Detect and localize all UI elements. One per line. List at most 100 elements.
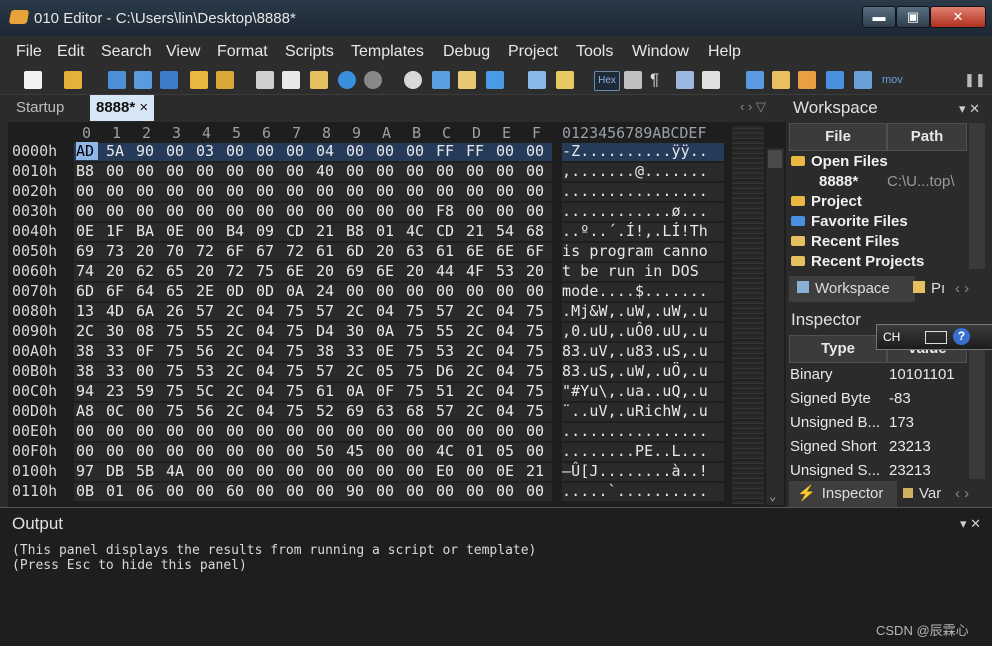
hex-byte[interactable]: 00 [256, 482, 278, 500]
hex-byte[interactable]: 00 [316, 482, 338, 500]
hex-byte[interactable]: 0B [76, 482, 98, 500]
ascii-text[interactable]: .Mj&W,.uW,.uW,.u [562, 302, 708, 320]
inspector-row[interactable]: Signed Byte -83 [787, 388, 965, 411]
new-file-icon[interactable] [24, 71, 42, 89]
hex-byte[interactable]: 04 [496, 362, 518, 380]
format-icon[interactable] [624, 71, 642, 89]
hex-byte[interactable]: 04 [376, 302, 398, 320]
hex-byte[interactable]: 0D [226, 282, 248, 300]
hex-byte[interactable]: 38 [316, 342, 338, 360]
hex-byte[interactable]: 2C [226, 382, 248, 400]
tree-file-8888[interactable]: 8888* [819, 173, 858, 190]
output-controls[interactable]: ▾ ✕ [960, 516, 981, 532]
hex-byte[interactable]: 0E [166, 222, 188, 240]
hex-byte[interactable]: 00 [166, 142, 188, 160]
hex-byte[interactable]: 01 [376, 222, 398, 240]
hex-byte[interactable]: 75 [406, 362, 428, 380]
hex-byte[interactable]: 20 [316, 262, 338, 280]
hex-byte[interactable]: A8 [76, 402, 98, 420]
hex-byte[interactable]: 00 [526, 142, 548, 160]
hex-byte[interactable]: 00 [286, 462, 308, 480]
hex-byte[interactable]: 00 [136, 202, 158, 220]
hex-byte[interactable]: 00 [526, 182, 548, 200]
hex-byte[interactable]: 20 [376, 242, 398, 260]
hex-byte[interactable]: 00 [256, 142, 278, 160]
hex-byte[interactable]: 2C [226, 362, 248, 380]
hex-byte[interactable]: 00 [226, 462, 248, 480]
hex-byte[interactable]: 0F [136, 342, 158, 360]
hex-byte[interactable]: 00 [466, 482, 488, 500]
hex-byte[interactable]: 94 [76, 382, 98, 400]
hex-byte[interactable]: 04 [256, 322, 278, 340]
hex-byte[interactable]: 00 [226, 182, 248, 200]
hex-byte[interactable]: 20 [526, 262, 548, 280]
hex-byte[interactable]: 2E [196, 282, 218, 300]
hex-byte[interactable]: 00 [346, 202, 368, 220]
redo-icon[interactable] [364, 71, 382, 89]
hex-byte[interactable]: 00 [136, 362, 158, 380]
tab-close-icon[interactable]: × [139, 99, 148, 116]
hex-row[interactable]: 0010h B8 00 00 00 00 00 00 00 40 00 00 00 00 00 00 00,..… [8, 162, 728, 182]
workspace-tab-nav[interactable]: ‹ › [955, 276, 969, 302]
tab-inspector[interactable]: ⚡ Inspector [789, 481, 897, 507]
hex-byte[interactable]: 52 [316, 402, 338, 420]
scrollbar-thumb[interactable] [768, 150, 782, 168]
hex-byte[interactable]: 00 [196, 182, 218, 200]
hex-byte[interactable]: 0A [376, 322, 398, 340]
hex-byte[interactable]: 4C [436, 442, 458, 460]
ascii-text[interactable]: "#Yu\,.ua..uQ,.u [562, 382, 708, 400]
hex-byte[interactable]: 00 [496, 142, 518, 160]
tree-recent-projects[interactable]: Recent Projects [791, 253, 924, 270]
columns-icon[interactable] [676, 71, 694, 89]
hex-byte[interactable]: 00 [196, 482, 218, 500]
hex-byte[interactable]: 75 [526, 322, 548, 340]
menu-scripts[interactable]: Scripts [285, 43, 334, 61]
hex-byte[interactable]: 6E [286, 262, 308, 280]
hex-byte[interactable]: 38 [76, 362, 98, 380]
hex-byte[interactable]: B8 [346, 222, 368, 240]
hex-byte[interactable]: 63 [406, 242, 428, 260]
hex-byte[interactable]: 01 [466, 442, 488, 460]
hex-byte[interactable]: 61 [316, 242, 338, 260]
ascii-text[interactable]: is program canno [562, 242, 708, 260]
hex-byte[interactable]: 00 [406, 422, 428, 440]
hex-byte[interactable]: 00 [226, 442, 248, 460]
hex-byte[interactable]: 57 [316, 362, 338, 380]
hex-minimap[interactable] [732, 126, 764, 504]
hex-byte[interactable]: 00 [466, 282, 488, 300]
hex-row[interactable]: 0050h 69 73 20 70 72 6F 67 72 61 6D 20 63 61 6E 6E 6F is … [8, 242, 728, 262]
hex-byte[interactable]: 2C [226, 302, 248, 320]
hex-byte[interactable]: 00 [286, 182, 308, 200]
hex-byte[interactable]: 0E [376, 342, 398, 360]
hex-byte[interactable]: 00 [406, 442, 428, 460]
hex-byte[interactable]: 72 [226, 262, 248, 280]
hex-byte[interactable]: 20 [136, 242, 158, 260]
hex-byte[interactable]: 00 [436, 182, 458, 200]
tree-favorite-files[interactable]: Favorite Files [791, 213, 908, 230]
hex-byte[interactable]: 00 [376, 142, 398, 160]
keyboard-icon[interactable] [925, 331, 947, 344]
hex-byte[interactable]: 00 [466, 182, 488, 200]
hex-byte[interactable]: CD [286, 222, 308, 240]
hex-byte[interactable]: 0E [496, 462, 518, 480]
ascii-text[interactable]: ................ [562, 182, 708, 200]
hex-byte[interactable]: 05 [376, 362, 398, 380]
hex-byte[interactable]: 2C [226, 402, 248, 420]
folder-icon[interactable] [190, 71, 208, 89]
hex-byte[interactable]: D6 [436, 362, 458, 380]
hex-byte[interactable]: 6D [346, 242, 368, 260]
hex-byte[interactable]: 00 [286, 422, 308, 440]
hex-byte[interactable]: 51 [436, 382, 458, 400]
hex-row[interactable]: 0060h 74 20 62 65 20 72 75 6E 20 69 6E 20 44 4F 53 20 t b… [8, 262, 728, 282]
hex-row[interactable]: 0000h AD 5A 90 00 03 00 00 00 04 00 00 00 FF FF 00 00 -Z.… [8, 142, 728, 162]
hex-byte[interactable]: 00 [166, 162, 188, 180]
hex-byte[interactable]: 0A [346, 382, 368, 400]
hex-byte[interactable]: 75 [526, 362, 548, 380]
tab-project[interactable]: Pı [913, 276, 945, 302]
hex-byte[interactable]: 00 [376, 462, 398, 480]
hex-byte[interactable]: 13 [76, 302, 98, 320]
hex-byte[interactable]: 00 [76, 442, 98, 460]
find-in-files-icon[interactable] [458, 71, 476, 89]
hex-byte[interactable]: 53 [196, 362, 218, 380]
hex-byte[interactable]: 04 [316, 142, 338, 160]
